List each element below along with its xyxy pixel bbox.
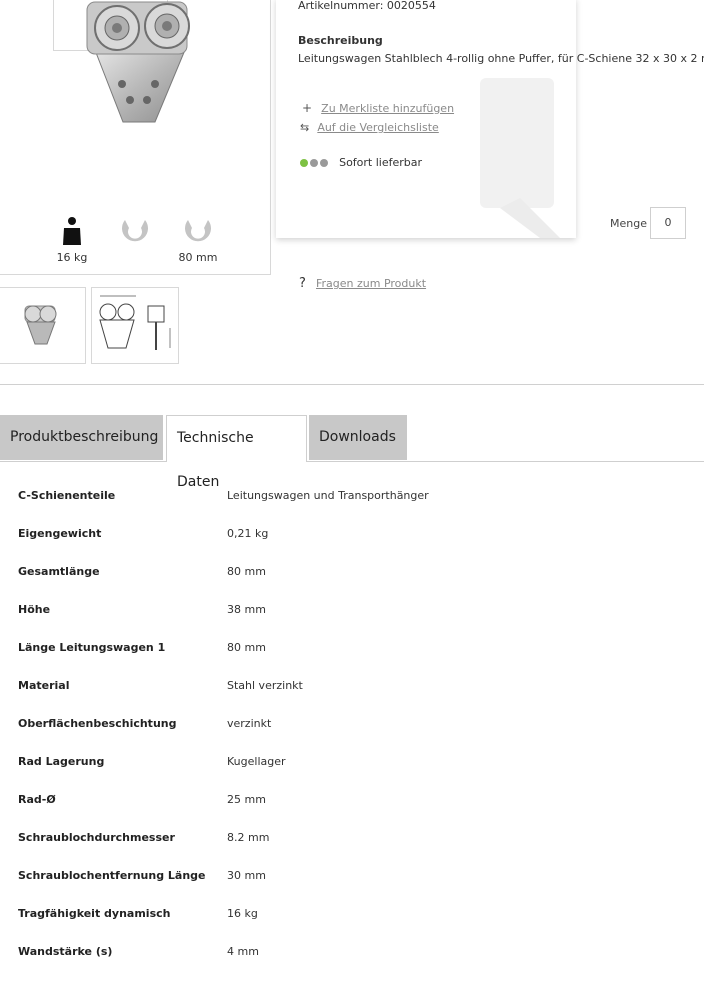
spec-key: C-Schienenteile <box>18 489 116 502</box>
spec-value: 80 mm <box>227 641 266 654</box>
spec-row: Eigengewicht 0,21 kg <box>0 527 704 565</box>
spec-row: Schraublochentfernung Länge 30 mm <box>0 869 704 907</box>
spec-value: 8.2 mm <box>227 831 270 844</box>
feature-wheel-diameter-label: 80 mm <box>178 251 218 264</box>
description-heading: Beschreibung <box>298 34 383 47</box>
feature-weight-label: 16 kg <box>56 251 88 264</box>
thumbnail-drawing[interactable] <box>91 287 179 364</box>
feature-wheel <box>115 216 155 249</box>
quantity-input[interactable]: 0 <box>650 207 686 239</box>
spec-value: 30 mm <box>227 869 266 882</box>
spec-row: Tragfähigkeit dynamisch 16 kg <box>0 907 704 945</box>
article-number: Artikelnummer: 0020554 <box>298 0 436 12</box>
spec-row: Rad Lagerung Kugellager <box>0 755 704 793</box>
spec-key: Schraublochdurchmesser <box>18 831 175 844</box>
spec-key: Material <box>18 679 70 692</box>
wheel-diameter-icon <box>185 220 211 242</box>
spec-value: Kugellager <box>227 755 286 768</box>
wheel-icon <box>122 220 148 242</box>
spec-value: 25 mm <box>227 793 266 806</box>
compare-arrows-icon: ⇆ <box>300 121 310 134</box>
thumbnail-photo[interactable] <box>0 287 86 364</box>
tab-downloads[interactable]: Downloads <box>309 415 407 460</box>
tab-produktbeschreibung[interactable]: Produktbeschreibung <box>0 415 163 460</box>
tab-technische-daten[interactable]: Technische Daten <box>166 415 307 490</box>
spec-row: Gesamtlänge 80 mm <box>0 565 704 603</box>
availability-dot-grey <box>310 158 318 167</box>
section-divider <box>0 384 704 385</box>
active-tab-gap <box>167 460 306 462</box>
spec-key: Schraublochentfernung Länge <box>18 869 206 882</box>
weight-icon <box>63 217 81 245</box>
spec-value: 4 mm <box>227 945 259 958</box>
spec-key: Wandstärke (s) <box>18 945 113 958</box>
spec-row: Material Stahl verzinkt <box>0 679 704 717</box>
spec-key: Eigengewicht <box>18 527 102 540</box>
spec-value: Leitungswagen und Transporthänger <box>227 489 429 502</box>
spec-value: 0,21 kg <box>227 527 269 540</box>
spec-row: Schraublochdurchmesser 8.2 mm <box>0 831 704 869</box>
spec-key: Oberflächenbeschichtung <box>18 717 177 730</box>
spec-row: Rad-Ø 25 mm <box>0 793 704 831</box>
feature-weight: 16 kg <box>52 216 92 264</box>
feature-wheel-diameter: 80 mm <box>178 216 218 264</box>
question-link[interactable]: Fragen zum Produkt <box>316 277 426 290</box>
compare-link[interactable]: Auf die Vergleichsliste <box>317 121 438 134</box>
background-product-watermark <box>480 78 560 238</box>
spec-row: Wandstärke (s) 4 mm <box>0 945 704 983</box>
product-photo-thumbnail <box>24 305 57 345</box>
availability-dot-green <box>300 158 308 167</box>
availability-dot-grey <box>320 158 328 167</box>
spec-key: Tragfähigkeit dynamisch <box>18 907 171 920</box>
spec-row: Oberflächenbeschichtung verzinkt <box>0 717 704 755</box>
spec-value: 16 kg <box>227 907 258 920</box>
spec-key: Länge Leitungswagen 1 <box>18 641 166 654</box>
availability: Sofort lieferbar <box>300 152 422 171</box>
spec-key: Rad Lagerung <box>18 755 105 768</box>
product-image[interactable] <box>75 0 200 130</box>
spec-key: Rad-Ø <box>18 793 56 806</box>
question-row[interactable]: ? Fragen zum Produkt <box>299 272 426 291</box>
compare-row[interactable]: ⇆ Auf die Vergleichsliste <box>300 116 439 135</box>
spec-row: C-Schienenteile Leitungswagen und Transpo… <box>0 489 704 527</box>
spec-value: 38 mm <box>227 603 266 616</box>
quantity-label: Menge <box>610 217 647 230</box>
product-description: Leitungswagen Stahlblech 4-rollig ohne P… <box>298 52 704 65</box>
spec-value: Stahl verzinkt <box>227 679 303 692</box>
question-icon: ? <box>299 276 306 291</box>
technical-drawing-thumbnail <box>99 295 171 350</box>
plus-icon: + <box>302 101 313 115</box>
wishlist-link[interactable]: Zu Merkliste hinzufügen <box>321 102 454 115</box>
availability-text: Sofort lieferbar <box>339 156 423 169</box>
wishlist-row[interactable]: + Zu Merkliste hinzufügen <box>302 97 454 116</box>
spec-value: 80 mm <box>227 565 266 578</box>
spec-row: Höhe 38 mm <box>0 603 704 641</box>
spec-key: Höhe <box>18 603 51 616</box>
spec-row: Länge Leitungswagen 1 80 mm <box>0 641 704 679</box>
spec-value: verzinkt <box>227 717 272 730</box>
tab-underline <box>0 461 704 462</box>
spec-key: Gesamtlänge <box>18 565 100 578</box>
